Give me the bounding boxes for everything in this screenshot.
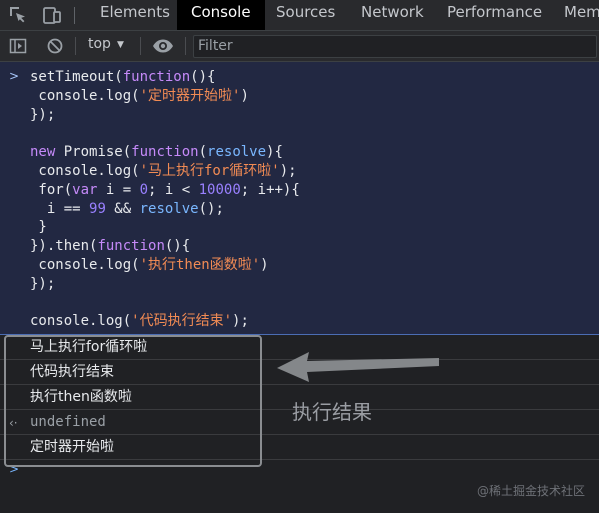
arrow-left-icon: [277, 352, 439, 382]
code-line: console.log('马上执行for循环啦');: [30, 162, 297, 179]
code-line: for(var i = 0; i < 10000; i++){: [30, 181, 300, 198]
device-toolbar-icon[interactable]: [42, 5, 62, 25]
toolbar-divider: [75, 37, 76, 55]
context-selector[interactable]: top ▼: [88, 36, 124, 52]
code-line: console.log('代码执行结束');: [30, 313, 249, 330]
toolbar-divider: [140, 37, 141, 55]
tab-sources[interactable]: Sources: [276, 0, 335, 30]
chevron-down-icon: ▼: [116, 40, 124, 50]
inspect-element-icon[interactable]: [8, 5, 28, 25]
tab-console[interactable]: Console: [177, 0, 265, 30]
code-line: setTimeout(function(){: [30, 69, 216, 85]
tab-elements[interactable]: Elements: [100, 0, 170, 30]
tab-memory[interactable]: Memo: [564, 0, 599, 30]
code-block: setTimeout(function(){ console.log('定时器开…: [30, 68, 300, 331]
code-line: console.log('定时器开始啦'): [30, 87, 249, 104]
console-toolbar: top ▼: [0, 31, 599, 62]
devtools-tab-bar: Elements Console Sources Network Perform…: [0, 0, 599, 31]
tab-divider: [74, 7, 75, 24]
code-line: console.log('执行then函数啦'): [30, 256, 269, 273]
watermark: @稀土掘金技术社区: [476, 484, 585, 498]
context-selector-label: top: [88, 36, 111, 52]
filter-input[interactable]: [194, 36, 592, 56]
output-highlight-box: [4, 335, 262, 467]
tab-network[interactable]: Network: [361, 0, 424, 30]
console-input-code: > setTimeout(function(){ console.log('定时…: [0, 62, 599, 335]
sidebar-toggle-icon[interactable]: [9, 37, 27, 55]
tab-performance[interactable]: Performance: [447, 0, 542, 30]
code-line: });: [30, 106, 56, 123]
code-line: });: [30, 275, 56, 292]
code-line: }: [30, 219, 47, 236]
code-line: }).then(function(){: [30, 238, 191, 255]
code-line: i == 99 && resolve();: [30, 200, 224, 217]
filter-box: [193, 35, 597, 58]
annotation-label: 执行结果: [292, 400, 372, 424]
live-expression-eye-icon[interactable]: [152, 37, 174, 55]
input-prompt-icon: >: [9, 69, 20, 83]
toolbar-divider: [185, 37, 186, 55]
code-line: new Promise(function(resolve){: [30, 144, 283, 161]
clear-console-icon[interactable]: [46, 37, 64, 55]
